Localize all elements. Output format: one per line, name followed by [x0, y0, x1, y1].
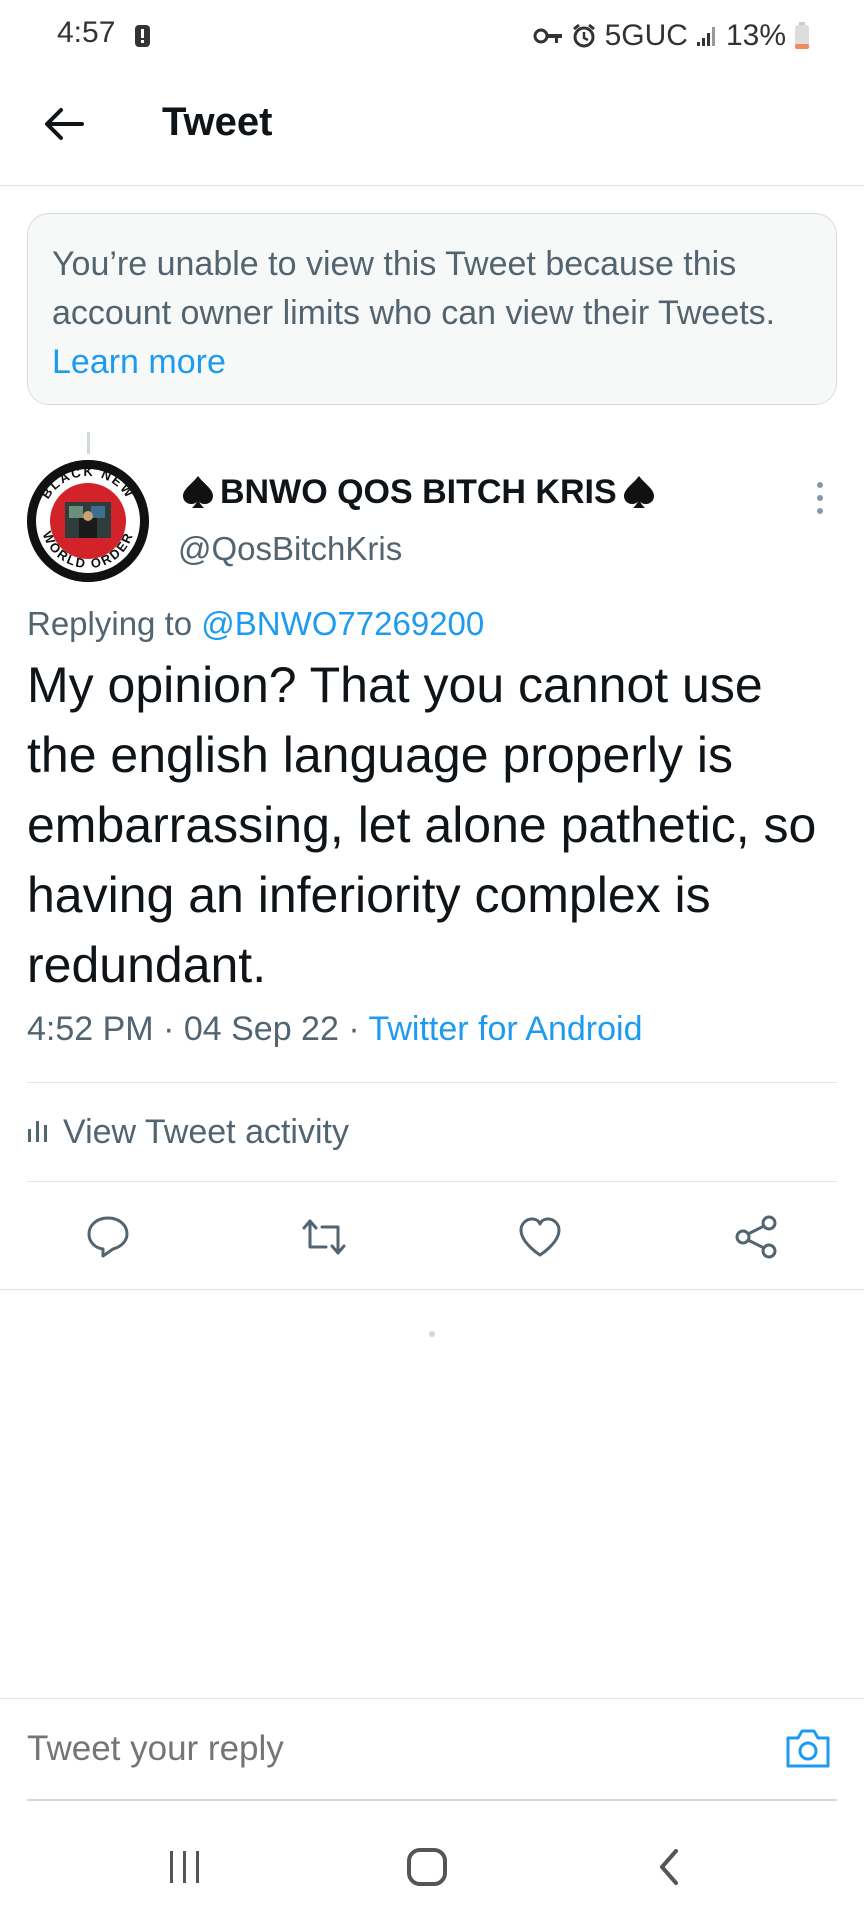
camera-icon: [786, 1729, 830, 1768]
more-dot: [817, 508, 823, 514]
share-icon: [735, 1215, 777, 1259]
more-dot: [817, 482, 823, 488]
system-nav-bar: [0, 1802, 864, 1920]
app-header: Tweet: [0, 72, 864, 186]
share-button[interactable]: [731, 1212, 781, 1262]
retweet-button[interactable]: [299, 1212, 349, 1262]
tweet-meta: 4:52 PM · 04 Sep 22 · Twitter for Androi…: [27, 1010, 643, 1049]
retweet-icon: [302, 1219, 346, 1255]
notification-icon: [134, 24, 151, 48]
recent-apps-icon: [170, 1851, 199, 1883]
thread-line: [87, 432, 90, 454]
learn-more-link[interactable]: Learn more: [52, 343, 226, 381]
view-activity-label: View Tweet activity: [63, 1112, 349, 1151]
status-time: 4:57: [57, 16, 116, 49]
status-bar: 4:57 5GUC 13%: [0, 0, 864, 72]
replying-to: Replying to @BNWO77269200: [27, 605, 484, 643]
home-icon: [407, 1848, 447, 1886]
chevron-left-icon: [660, 1849, 678, 1885]
tweet-actions: [0, 1182, 864, 1290]
page-title: Tweet: [162, 100, 273, 144]
view-activity-button[interactable]: View Tweet activity: [27, 1083, 837, 1181]
notice-text: You’re unable to view this Tweet because…: [52, 245, 776, 332]
alarm-icon: [571, 23, 597, 49]
reply-mention-link[interactable]: @BNWO77269200: [201, 605, 484, 642]
meta-separator: ·: [153, 1010, 184, 1048]
spade-icon: [619, 472, 659, 512]
tweet-date: 04 Sep 22: [183, 1010, 339, 1048]
reply-bar: [0, 1698, 864, 1802]
tweet-text: My opinion? That you cannot use the engl…: [27, 657, 817, 993]
more-dot: [817, 495, 823, 501]
comment-icon: [87, 1216, 129, 1258]
back-button[interactable]: [38, 98, 90, 150]
loading-indicator: [429, 1331, 435, 1337]
system-back-button[interactable]: [639, 1842, 699, 1892]
display-name[interactable]: BNWO QOS BITCH KRIS: [178, 472, 659, 512]
user-handle[interactable]: @QosBitchKris: [178, 530, 402, 568]
display-name-text: BNWO QOS BITCH KRIS: [220, 472, 617, 511]
replying-prefix: Replying to: [27, 605, 202, 642]
more-options-button[interactable]: [808, 478, 832, 518]
recent-apps-button[interactable]: [155, 1842, 215, 1892]
avatar[interactable]: BLACK NEW WORLD ORDER: [27, 460, 149, 582]
camera-button[interactable]: [782, 1722, 834, 1774]
status-indicators: 5GUC 13%: [533, 16, 810, 56]
reply-input[interactable]: [27, 1729, 478, 1769]
battery-level: 13%: [725, 19, 786, 52]
restricted-notice: You’re unable to view this Tweet because…: [27, 213, 837, 405]
battery-icon: [794, 22, 810, 50]
bar-chart-icon: [27, 1113, 49, 1152]
network-type: 5GUC: [604, 19, 688, 52]
reply-underline: [27, 1799, 837, 1801]
reply-button[interactable]: [83, 1212, 133, 1262]
vpn-key-icon: [533, 26, 563, 46]
tweet-time: 4:52 PM: [27, 1010, 154, 1048]
like-button[interactable]: [515, 1212, 565, 1262]
tweet-source-link[interactable]: Twitter for Android: [368, 1010, 642, 1048]
home-button[interactable]: [397, 1842, 457, 1892]
signal-icon: [696, 25, 718, 47]
heart-icon: [519, 1217, 561, 1257]
arrow-left-icon: [45, 108, 84, 140]
spade-icon: [178, 472, 218, 512]
meta-separator: ·: [338, 1010, 369, 1048]
